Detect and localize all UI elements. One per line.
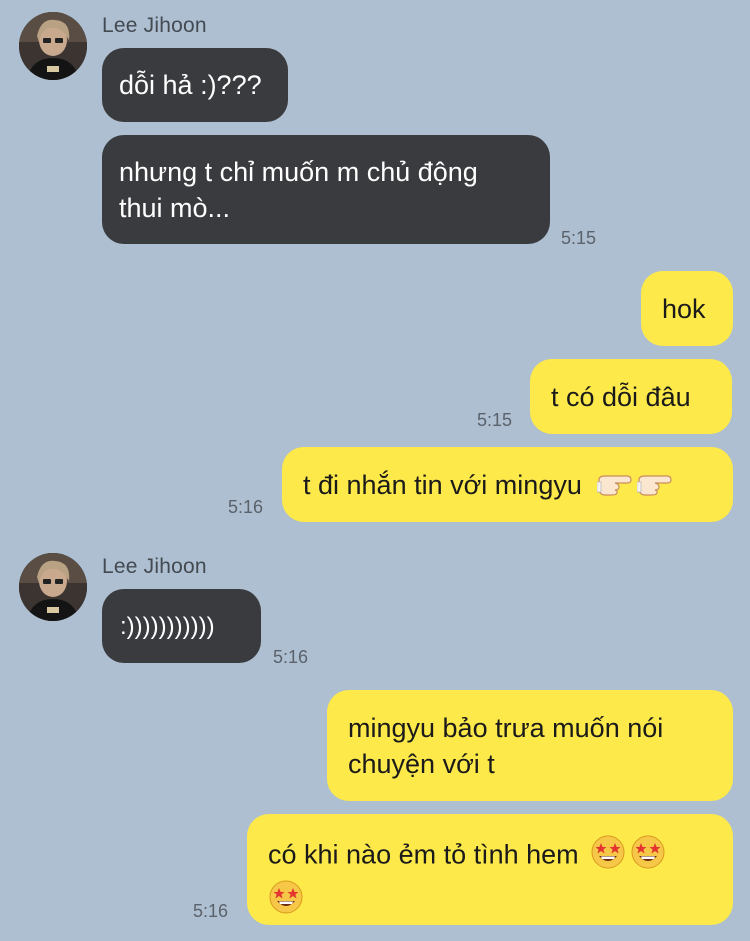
message-text: dỗi hả :)??? xyxy=(119,70,262,100)
message-text: t đi nhắn tin với mingyu xyxy=(303,467,711,505)
message-bubble[interactable]: có khi nào ẻm tỏ tình hem xyxy=(247,814,733,925)
message-text: :))))))))))) xyxy=(120,613,215,640)
sender-name: Lee Jihoon xyxy=(102,14,207,37)
message-bubble[interactable]: :))))))))))) xyxy=(102,589,261,663)
message-text: hok xyxy=(662,294,706,324)
message-text: có khi nào ẻm tỏ tình hem xyxy=(268,834,711,879)
message-bubble[interactable]: t có dỗi đâu xyxy=(530,359,732,434)
star-struck-icon xyxy=(590,834,626,879)
message-bubble[interactable]: hok xyxy=(641,271,733,346)
message-bubble[interactable]: dỗi hả :)??? xyxy=(102,48,288,122)
avatar[interactable] xyxy=(19,12,87,80)
message-timestamp: 5:16 xyxy=(228,497,264,517)
message-timestamp: 5:15 xyxy=(561,228,597,248)
message-text-content: t đi nhắn tin với mingyu xyxy=(303,470,582,500)
message-text xyxy=(268,879,711,924)
message-timestamp: 5:16 xyxy=(273,647,309,667)
message-text: t có dỗi đâu xyxy=(551,382,691,412)
message-text: chuyện với t xyxy=(348,749,495,779)
sender-name: Lee Jihoon xyxy=(102,555,207,578)
message-bubble[interactable]: nhưng t chỉ muốn m chủ động thui mò... xyxy=(102,135,550,244)
message-text: thui mò... xyxy=(119,193,231,223)
message-text: mingyu bảo trưa muốn nói xyxy=(348,713,664,743)
message-bubble[interactable]: t đi nhắn tin với mingyu xyxy=(282,447,733,522)
chat-screen: { "contact": { "name": "Lee Jihoon" }, "… xyxy=(0,0,750,941)
message-timestamp: 5:16 xyxy=(193,901,229,921)
backhand-index-pointing-right-icon xyxy=(636,469,673,505)
message-bubble[interactable]: mingyu bảo trưa muốn nói chuyện với t xyxy=(327,690,733,801)
message-text-content: có khi nào ẻm tỏ tình hem xyxy=(268,839,579,870)
message-timestamp: 5:15 xyxy=(477,410,513,430)
star-struck-icon xyxy=(630,834,666,879)
message-text: nhưng t chỉ muốn m chủ động xyxy=(119,157,478,187)
avatar[interactable] xyxy=(19,553,87,621)
star-struck-icon xyxy=(268,879,304,924)
backhand-index-pointing-right-icon xyxy=(596,469,633,505)
